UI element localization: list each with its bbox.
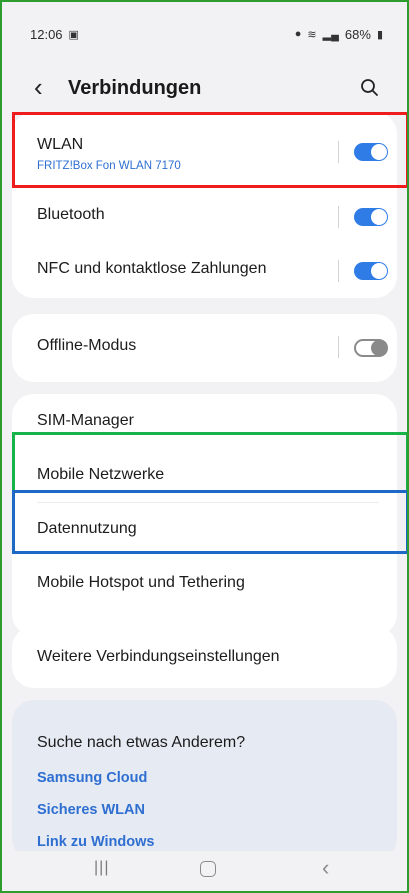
more-connection-settings-label: Weitere Verbindungseinstellungen bbox=[37, 648, 280, 665]
hotspot-label: Mobile Hotspot und Tethering bbox=[37, 574, 245, 591]
cell-signal-icon: ▂▄ bbox=[322, 28, 339, 41]
wifi-signal-icon: ≋ bbox=[307, 28, 317, 41]
link-to-windows-link[interactable]: Link zu Windows bbox=[37, 834, 154, 850]
highlight-box-red bbox=[12, 112, 407, 188]
alarm-icon: ● bbox=[294, 28, 302, 40]
page-title: Verbindungen bbox=[68, 77, 202, 99]
highlight-box-green bbox=[12, 432, 407, 494]
bluetooth-toggle[interactable] bbox=[354, 208, 388, 226]
battery-percent: 68% bbox=[344, 26, 371, 42]
offline-mode-label: Offline-Modus bbox=[37, 337, 137, 354]
screen-frame: 12:06 ▣ ● ≋ ▂▄ 68% ▮ ‹ Verbindungen WLAN… bbox=[0, 0, 409, 893]
bluetooth-label: Bluetooth bbox=[37, 206, 105, 223]
offline-mode-toggle[interactable] bbox=[354, 339, 388, 357]
row-divider bbox=[338, 206, 339, 228]
battery-icon: ▮ bbox=[376, 28, 383, 41]
more-settings-card: Weitere Verbindungseinstellungen bbox=[12, 626, 397, 688]
back-arrow-icon[interactable]: ‹ bbox=[34, 74, 43, 100]
gallery-notification-icon: ▣ bbox=[68, 28, 79, 41]
row-divider bbox=[338, 260, 339, 282]
more-connection-settings-row[interactable]: Weitere Verbindungseinstellungen bbox=[12, 626, 397, 688]
app-header: ‹ Verbindungen bbox=[2, 68, 407, 112]
search-icon[interactable] bbox=[359, 77, 381, 99]
suggestions-card: Suche nach etwas Anderem? Samsung Cloud … bbox=[12, 700, 397, 860]
row-divider bbox=[338, 336, 339, 358]
offline-card: Offline-Modus bbox=[12, 314, 397, 382]
offline-mode-row[interactable]: Offline-Modus bbox=[12, 314, 397, 382]
nfc-toggle[interactable] bbox=[354, 262, 388, 280]
nfc-label: NFC und kontaktlose Zahlungen bbox=[37, 260, 267, 277]
bluetooth-row[interactable]: Bluetooth bbox=[12, 196, 397, 240]
sim-manager-label: SIM-Manager bbox=[37, 412, 134, 429]
home-icon[interactable] bbox=[200, 861, 216, 877]
status-bar: 12:06 ▣ ● ≋ ▂▄ 68% ▮ bbox=[30, 24, 383, 44]
system-nav-bar: ||| ‹ bbox=[2, 851, 407, 891]
recent-apps-icon[interactable]: ||| bbox=[94, 859, 109, 877]
nav-back-icon[interactable]: ‹ bbox=[322, 855, 329, 881]
hotspot-row[interactable]: Mobile Hotspot und Tethering bbox=[12, 564, 397, 608]
nfc-row[interactable]: NFC und kontaktlose Zahlungen bbox=[12, 250, 397, 294]
status-time: 12:06 bbox=[30, 26, 63, 42]
secure-wlan-link[interactable]: Sicheres WLAN bbox=[37, 802, 145, 818]
samsung-cloud-link[interactable]: Samsung Cloud bbox=[37, 770, 147, 786]
highlight-box-blue bbox=[12, 490, 407, 554]
suggestions-heading: Suche nach etwas Anderem? bbox=[37, 734, 246, 751]
